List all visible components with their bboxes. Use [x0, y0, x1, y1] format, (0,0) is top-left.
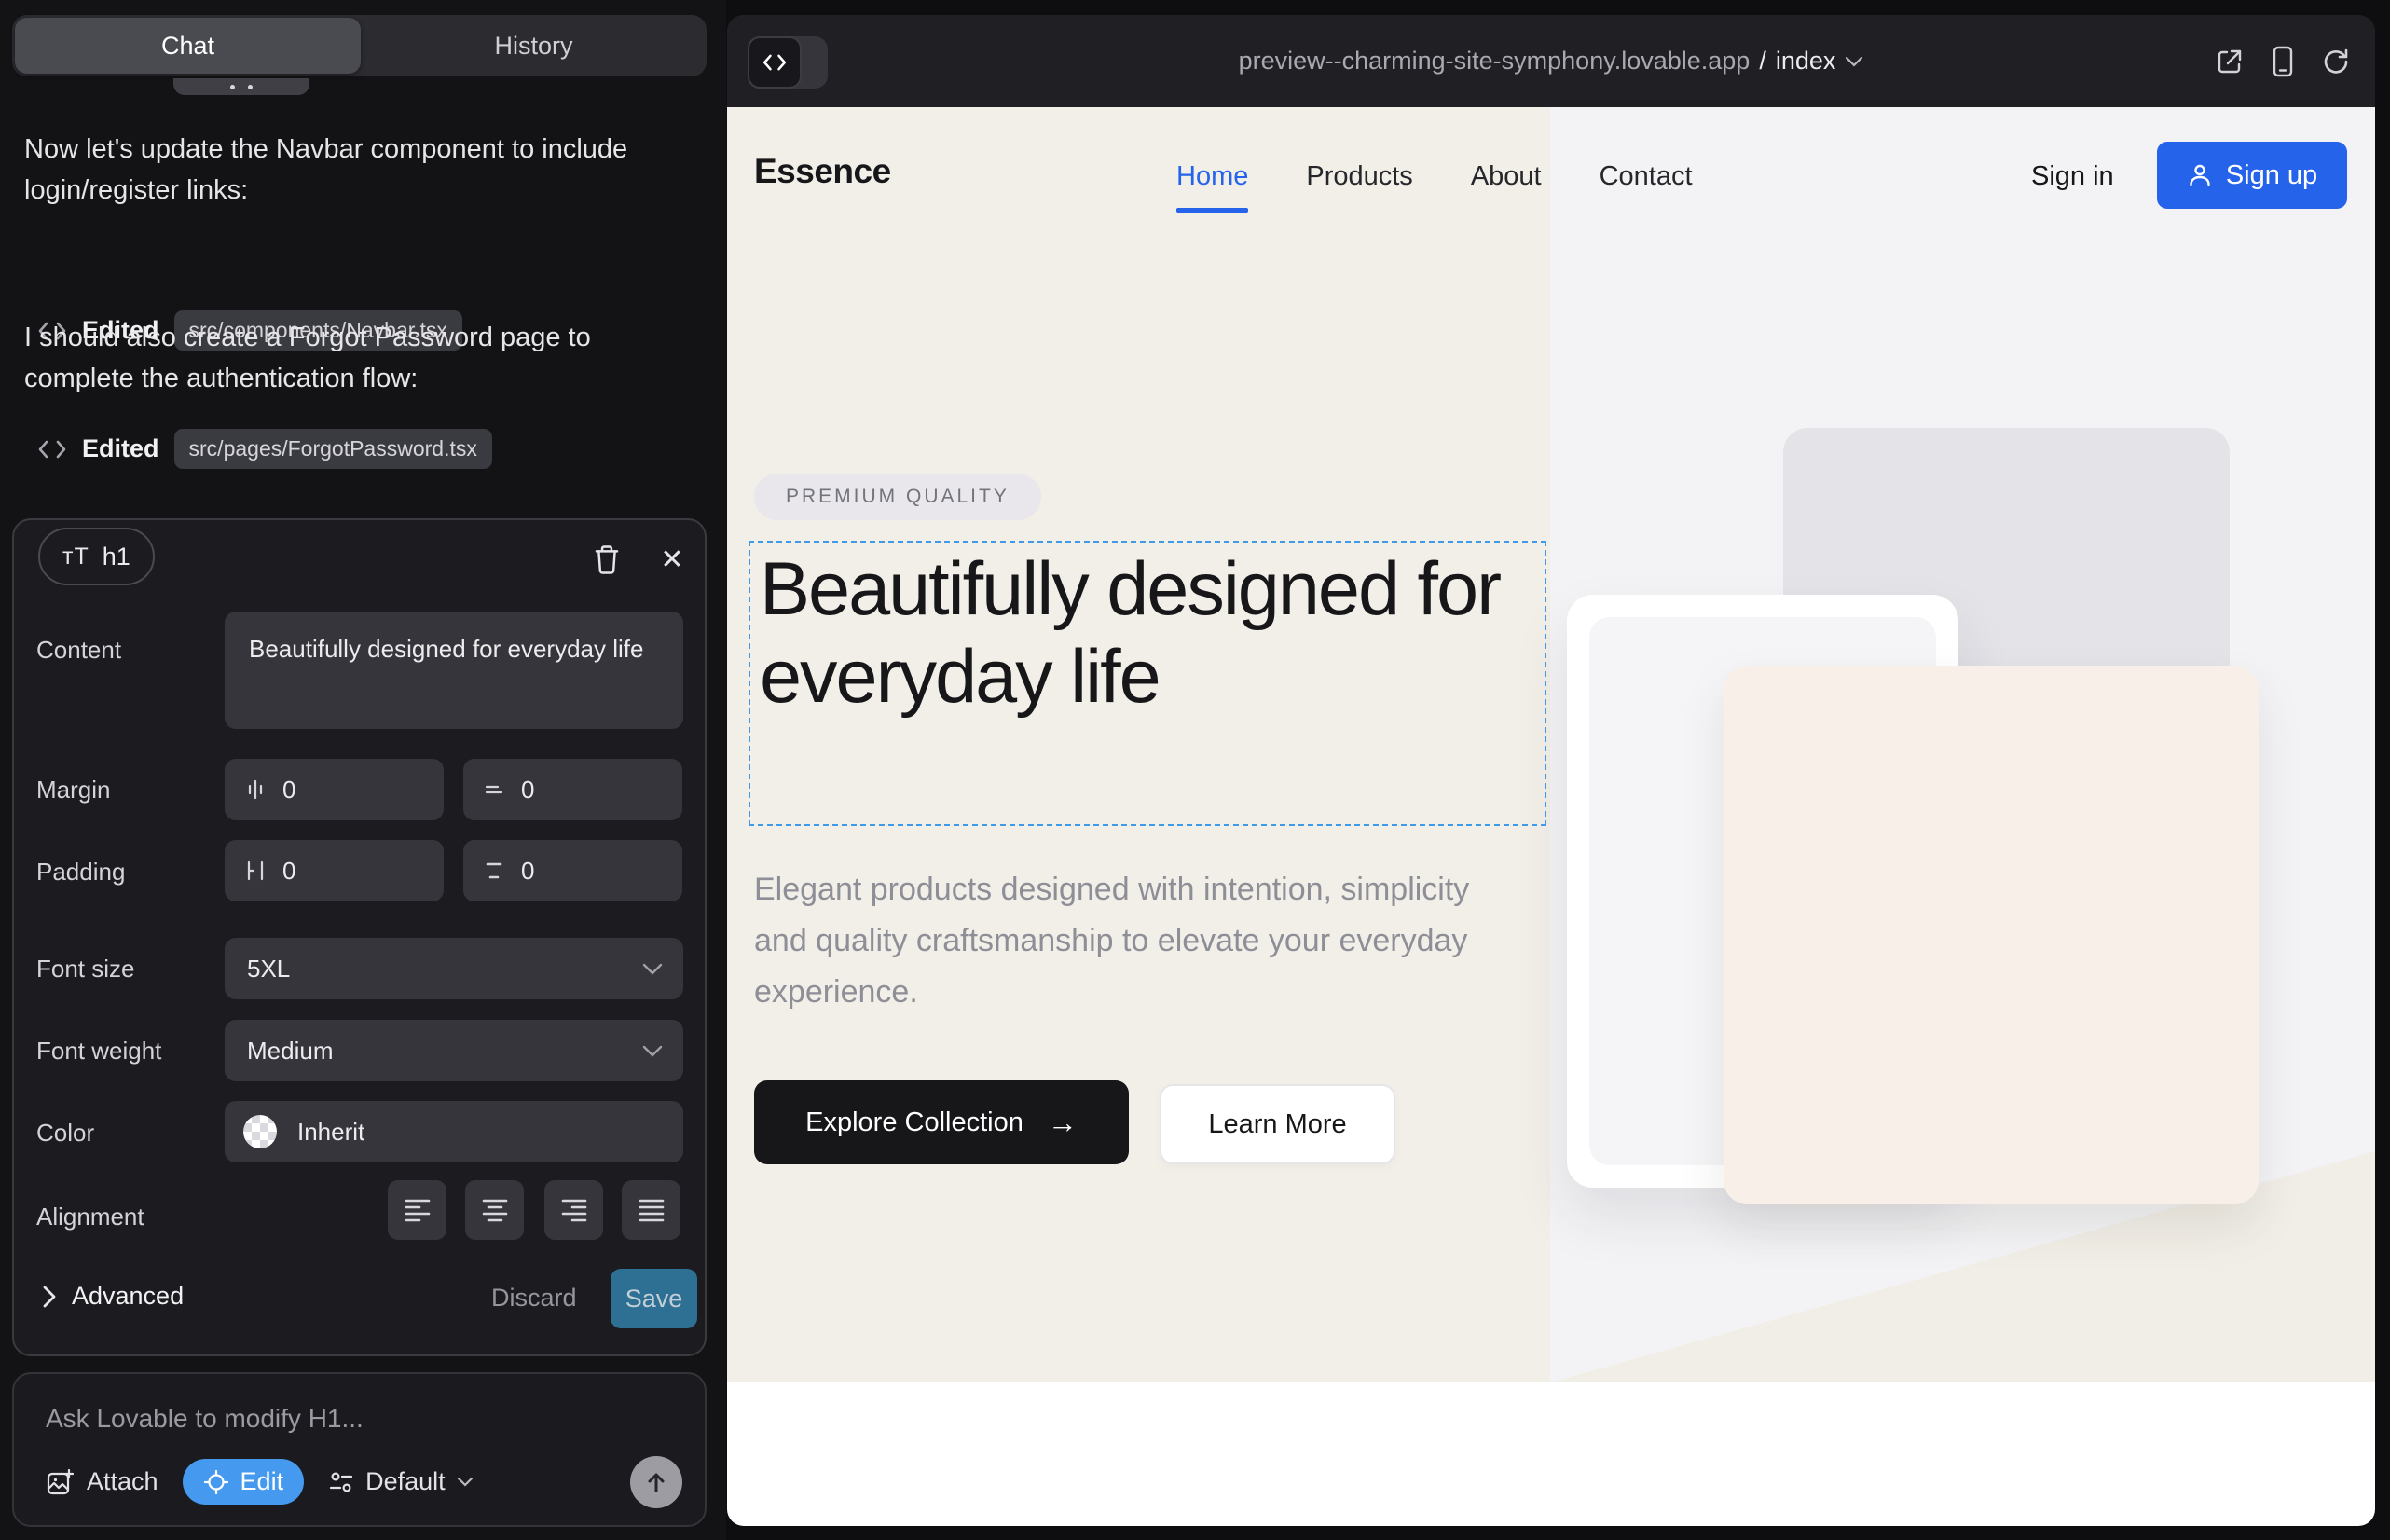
site-logo[interactable]: Essence: [754, 152, 891, 191]
margin-label: Margin: [36, 776, 110, 804]
target-icon: [203, 1469, 229, 1495]
padding-label: Padding: [36, 858, 125, 887]
align-center-button[interactable]: [465, 1180, 524, 1240]
refresh-icon[interactable]: [2321, 47, 2351, 76]
align-justify-button[interactable]: [622, 1180, 680, 1240]
save-button[interactable]: Save: [611, 1269, 697, 1328]
sliders-icon: [328, 1470, 354, 1494]
chevron-down-icon: [642, 963, 663, 975]
content-label: Content: [36, 636, 121, 665]
sign-in-link[interactable]: Sign in: [2031, 161, 2114, 192]
image-plus-icon: [46, 1468, 74, 1496]
padding-vertical-icon: [482, 859, 506, 883]
send-button[interactable]: [630, 1456, 682, 1508]
preview-browser-pane: preview--charming-site-symphony.lovable.…: [727, 15, 2375, 1526]
learn-more-button[interactable]: Learn More: [1160, 1084, 1395, 1164]
padding-x-input[interactable]: 0: [225, 840, 444, 901]
close-icon[interactable]: ✕: [652, 539, 693, 580]
margin-x-input[interactable]: 0: [225, 759, 444, 820]
selected-element-chip[interactable]: тT h1: [38, 528, 155, 585]
padding-y-input[interactable]: 0: [463, 840, 682, 901]
hero-paragraph: Elegant products designed with intention…: [754, 864, 1500, 1018]
align-right-button[interactable]: [544, 1180, 603, 1240]
nav-link-products[interactable]: Products: [1306, 161, 1412, 192]
font-weight-select[interactable]: Medium: [225, 1020, 683, 1081]
element-tag: h1: [103, 543, 130, 571]
typography-icon: тT: [62, 543, 89, 571]
h1-selection-outline[interactable]: Beautifully designed for everyday life: [749, 541, 1546, 826]
margin-vertical-icon: [482, 777, 506, 802]
mobile-view-icon[interactable]: [2271, 46, 2295, 77]
decorative-card-beige: [1724, 666, 2259, 1204]
element-editor-panel: тT h1 ✕ Content Beautifully designed for…: [12, 518, 707, 1356]
tab-history[interactable]: History: [361, 18, 707, 74]
advanced-toggle[interactable]: Advanced: [42, 1282, 184, 1311]
prompt-input-card[interactable]: Ask Lovable to modify H1... Attach Edit …: [12, 1372, 707, 1527]
user-icon: [2187, 162, 2213, 188]
align-left-button[interactable]: [388, 1180, 446, 1240]
chevron-down-icon: [642, 1045, 663, 1057]
font-size-select[interactable]: 5XL: [225, 938, 683, 999]
chevron-down-icon: [457, 1477, 474, 1487]
delete-element-button[interactable]: [586, 539, 627, 580]
url-bar[interactable]: preview--charming-site-symphony.lovable.…: [727, 15, 2375, 107]
chevron-down-icon: [1845, 56, 1863, 67]
site-preview: Essence Home Products About Contact Sign…: [727, 107, 2375, 1526]
open-in-new-tab-icon[interactable]: [2215, 47, 2245, 76]
color-select[interactable]: Inherit: [225, 1101, 683, 1162]
nav-link-contact[interactable]: Contact: [1600, 161, 1693, 192]
margin-horizontal-icon: [243, 777, 268, 802]
nav-link-home[interactable]: Home: [1176, 161, 1248, 192]
lovable-sidebar: Chat History Now let's update the Navbar…: [0, 0, 726, 1540]
browser-topbar: preview--charming-site-symphony.lovable.…: [727, 15, 2375, 107]
tab-chat[interactable]: Chat: [15, 18, 361, 74]
model-default-selector[interactable]: Default: [328, 1467, 474, 1496]
discard-button[interactable]: Discard: [491, 1284, 577, 1313]
font-size-label: Font size: [36, 955, 135, 983]
url-page: index: [1776, 47, 1836, 76]
scrolled-status-pill: [173, 78, 309, 95]
margin-y-input[interactable]: 0: [463, 759, 682, 820]
hero-headline[interactable]: Beautifully designed for everyday life: [760, 546, 1524, 722]
prompt-input[interactable]: Ask Lovable to modify H1...: [46, 1404, 364, 1434]
code-icon: [37, 440, 67, 459]
url-host: preview--charming-site-symphony.lovable.…: [1239, 47, 1751, 76]
attach-button[interactable]: Attach: [46, 1467, 158, 1496]
edited-label: Edited: [82, 434, 159, 463]
content-input[interactable]: Beautifully designed for everyday life: [225, 612, 683, 729]
url-separator: /: [1759, 47, 1766, 76]
site-navbar: Essence Home Products About Contact Sign…: [727, 107, 2375, 256]
edit-mode-button[interactable]: Edit: [183, 1459, 305, 1505]
sign-up-button[interactable]: Sign up: [2157, 142, 2347, 209]
assistant-message: I should also create a Forgot Password p…: [24, 317, 681, 399]
premium-quality-badge: PREMIUM QUALITY: [754, 474, 1041, 520]
arrow-right-icon: →: [1048, 1106, 1078, 1140]
chevron-right-icon: [42, 1285, 57, 1309]
assistant-message: Now let's update the Navbar component to…: [24, 129, 681, 211]
chat-history-tabbar: Chat History: [12, 15, 707, 76]
explore-collection-button[interactable]: Explore Collection →: [754, 1080, 1129, 1164]
nav-link-about[interactable]: About: [1471, 161, 1542, 192]
color-swatch: [243, 1115, 277, 1148]
font-weight-label: Font weight: [36, 1037, 161, 1066]
edited-file-row[interactable]: Edited src/pages/ForgotPassword.tsx: [37, 429, 492, 469]
padding-horizontal-icon: [243, 859, 268, 883]
color-label: Color: [36, 1119, 94, 1148]
file-chip[interactable]: src/pages/ForgotPassword.tsx: [174, 429, 492, 469]
arrow-up-icon: [644, 1470, 668, 1494]
alignment-label: Alignment: [36, 1203, 144, 1231]
